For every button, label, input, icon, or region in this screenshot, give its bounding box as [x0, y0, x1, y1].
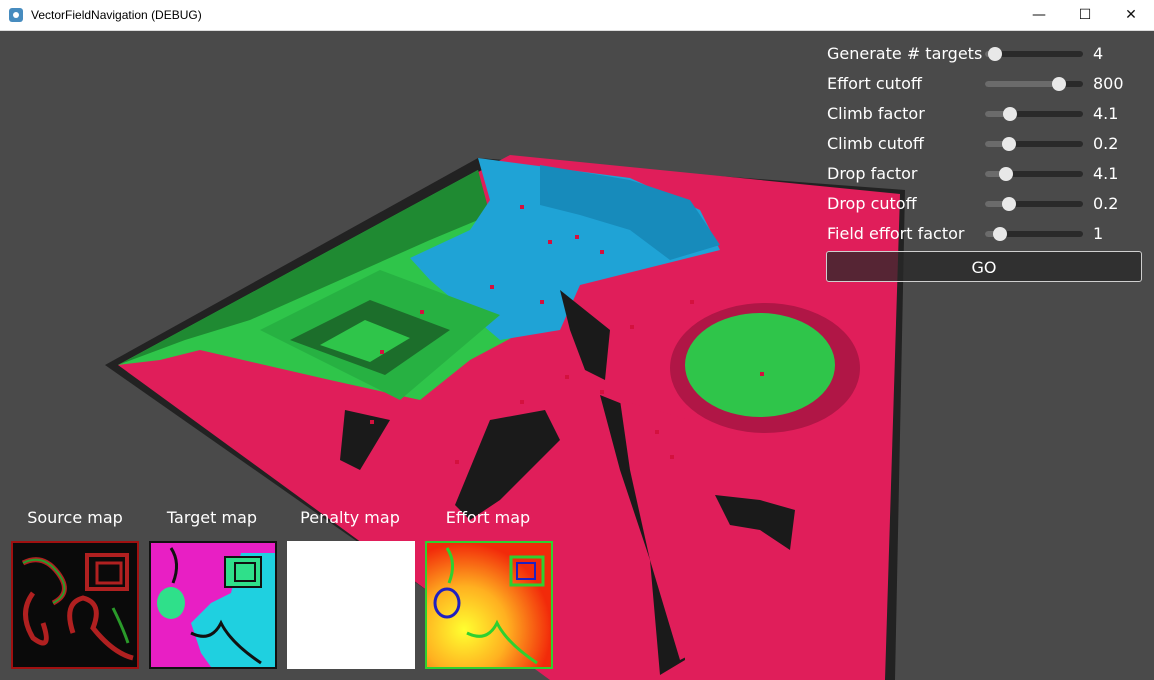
crater-green	[685, 313, 835, 417]
drop-factor-slider[interactable]	[985, 167, 1083, 181]
setting-row-drop-factor: Drop factor 4.1	[827, 160, 1147, 188]
source-map-image	[11, 541, 139, 669]
setting-row-targets: Generate # targets 4	[827, 40, 1147, 68]
slider-knob[interactable]	[1001, 197, 1016, 211]
target-map-label: Target map	[166, 508, 258, 527]
setting-value: 800	[1093, 74, 1124, 93]
go-button[interactable]: GO	[826, 251, 1142, 282]
setting-label: Climb factor	[827, 104, 925, 123]
slider-knob[interactable]	[987, 47, 1002, 61]
minimize-button[interactable]: —	[1016, 0, 1062, 30]
setting-value: 0.2	[1093, 134, 1119, 153]
target-map-image	[149, 541, 277, 669]
penalty-map-label: Penalty map	[300, 508, 400, 527]
effort-cutoff-slider[interactable]	[985, 77, 1083, 91]
window-title: VectorFieldNavigation (DEBUG)	[31, 8, 202, 22]
drop-cutoff-slider[interactable]	[985, 197, 1083, 211]
setting-label: Field effort factor	[827, 224, 965, 243]
slider-knob[interactable]	[998, 167, 1013, 181]
setting-value: 1	[1093, 224, 1104, 243]
setting-label: Drop factor	[827, 164, 918, 183]
effort-map-image	[425, 541, 553, 669]
source-map-label: Source map	[27, 508, 123, 527]
field-effort-slider[interactable]	[985, 227, 1083, 241]
setting-row-climb-factor: Climb factor 4.1	[827, 100, 1147, 128]
setting-row-field-effort: Field effort factor 1	[827, 220, 1147, 248]
setting-label: Effort cutoff	[827, 74, 922, 93]
close-button[interactable]: ✕	[1108, 0, 1154, 30]
targets-slider[interactable]	[985, 47, 1083, 61]
slider-knob[interactable]	[1052, 77, 1067, 91]
climb-cutoff-slider[interactable]	[985, 137, 1083, 151]
penalty-map-image	[287, 541, 415, 669]
setting-label: Generate # targets	[827, 44, 983, 63]
maximize-button[interactable]: ☐	[1062, 0, 1108, 30]
setting-label: Drop cutoff	[827, 194, 917, 213]
setting-value: 4.1	[1093, 164, 1119, 183]
setting-row-effort-cutoff: Effort cutoff 800	[827, 70, 1147, 98]
setting-row-climb-cutoff: Climb cutoff 0.2	[827, 130, 1147, 158]
slider-knob[interactable]	[1001, 137, 1016, 151]
setting-label: Climb cutoff	[827, 134, 924, 153]
effort-map-label: Effort map	[445, 508, 531, 527]
title-bar: VectorFieldNavigation (DEBUG) — ☐ ✕	[0, 0, 1154, 31]
setting-value: 4.1	[1093, 104, 1119, 123]
setting-row-drop-cutoff: Drop cutoff 0.2	[827, 190, 1147, 218]
slider-knob[interactable]	[1002, 107, 1017, 121]
slider-knob[interactable]	[992, 227, 1007, 241]
godot-app-icon	[9, 8, 23, 22]
climb-factor-slider[interactable]	[985, 107, 1083, 121]
setting-value: 4	[1093, 44, 1104, 63]
setting-value: 0.2	[1093, 194, 1119, 213]
